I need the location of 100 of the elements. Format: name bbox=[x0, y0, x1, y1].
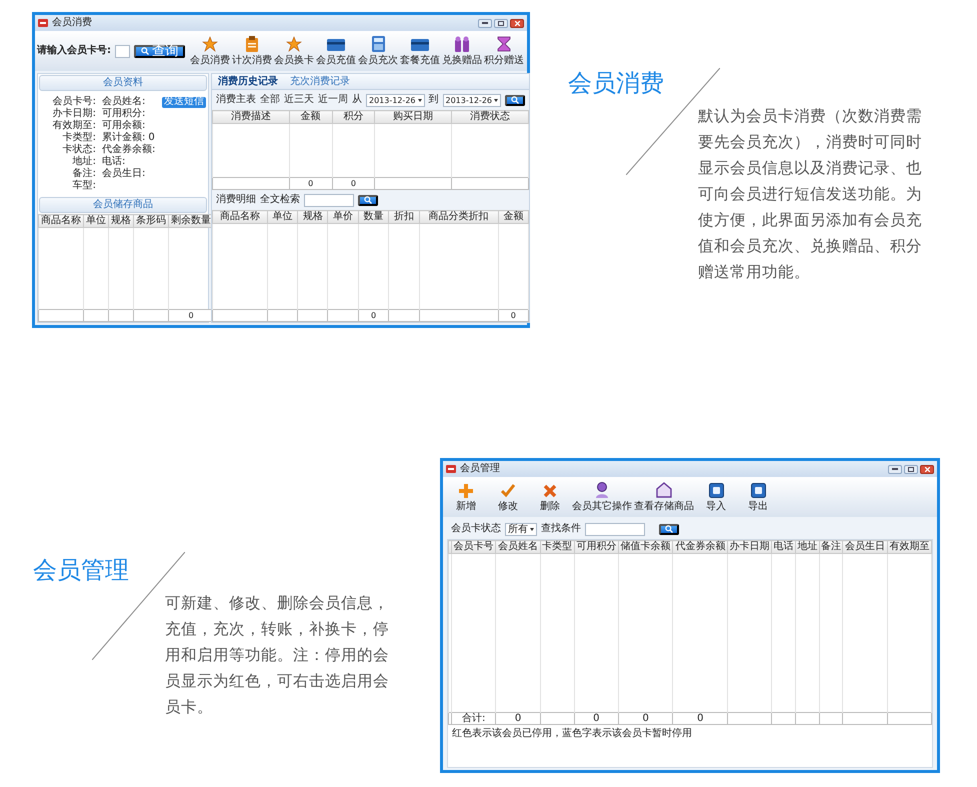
toolbar-button[interactable]: 套餐充值 bbox=[399, 36, 441, 68]
column-header[interactable]: 数量 bbox=[358, 210, 389, 224]
range-link[interactable]: 近一周 bbox=[318, 94, 348, 106]
column-header[interactable]: 规格 bbox=[298, 210, 328, 224]
maximize-button[interactable] bbox=[494, 18, 508, 28]
toolbar-button[interactable]: 查看存储商品 bbox=[633, 480, 695, 514]
column-header[interactable]: 有效期至 bbox=[887, 540, 932, 554]
app-icon bbox=[38, 19, 48, 27]
minimize-button[interactable] bbox=[888, 464, 902, 474]
column-header[interactable]: 备注 bbox=[819, 540, 843, 554]
column-header[interactable]: 可用积分 bbox=[574, 540, 618, 554]
field-label: 地址: bbox=[72, 156, 96, 168]
column-header[interactable]: 商品名称 bbox=[212, 210, 268, 224]
tab[interactable]: 充次消费记录 bbox=[290, 76, 350, 87]
field-label: 会员姓名: bbox=[102, 96, 146, 108]
filter-label: 会员卡状态 bbox=[451, 523, 501, 535]
toolbar-button[interactable]: 修改 bbox=[487, 482, 529, 514]
minimize-button[interactable] bbox=[478, 18, 492, 28]
toolbar-button[interactable]: 会员充次 bbox=[357, 34, 399, 68]
search-icon bbox=[665, 525, 673, 533]
range-link[interactable]: 近三天 bbox=[284, 94, 314, 106]
close-icon bbox=[514, 20, 520, 26]
column-header[interactable]: 规格 bbox=[108, 214, 134, 228]
window-title: 会员管理 bbox=[460, 463, 501, 475]
toolbar-button[interactable]: 导出 bbox=[737, 480, 779, 514]
footer-cell: 0 bbox=[168, 310, 214, 322]
footer-cell: 0 bbox=[672, 712, 728, 724]
column-header[interactable]: 单位 bbox=[267, 210, 298, 224]
toolbar-button[interactable]: 新增 bbox=[445, 482, 487, 514]
field-label: 可用积分: bbox=[102, 108, 146, 120]
column-header[interactable]: 卡类型 bbox=[540, 540, 574, 554]
from-date-field[interactable]: 2013-12-26 bbox=[366, 94, 424, 106]
field-label: 累计金额: bbox=[102, 132, 146, 144]
column-header[interactable]: 地址 bbox=[796, 540, 820, 554]
search-field[interactable] bbox=[304, 194, 354, 206]
search-button[interactable]: 查询 bbox=[134, 44, 185, 58]
search-button[interactable] bbox=[358, 194, 378, 206]
card-number-field[interactable] bbox=[115, 44, 130, 58]
search-button[interactable] bbox=[659, 524, 679, 534]
footer-cell: 0 bbox=[496, 712, 540, 724]
column-header[interactable]: 会员生日 bbox=[842, 540, 888, 554]
person-icon bbox=[594, 482, 610, 498]
column-header[interactable]: 电话 bbox=[772, 540, 796, 554]
column-header[interactable]: 会员卡号 bbox=[452, 540, 496, 554]
column-header[interactable]: 商品名称 bbox=[38, 214, 84, 228]
to-label: 到 bbox=[428, 94, 438, 106]
tab[interactable]: 消费历史记录 bbox=[218, 76, 278, 87]
column-header[interactable]: 积分 bbox=[332, 110, 375, 124]
footer-cell: 0 bbox=[618, 712, 673, 724]
range-link[interactable]: 全部 bbox=[260, 94, 280, 106]
column-header[interactable]: 代金券余额 bbox=[672, 540, 728, 554]
column-header[interactable]: 消费状态 bbox=[452, 110, 528, 124]
column-header[interactable]: 办卡日期 bbox=[728, 540, 772, 554]
field-label: 会员生日: bbox=[102, 168, 146, 180]
toolbar-button[interactable]: 会员消费 bbox=[189, 34, 231, 68]
to-date-field[interactable]: 2013-12-26 bbox=[442, 94, 501, 106]
column-header[interactable]: 单位 bbox=[84, 214, 108, 228]
status-text: 红色表示该会员已停用，蓝色字表示该会员卡暂时停用 bbox=[451, 726, 693, 741]
toolbar-button[interactable]: 计次消费 bbox=[231, 34, 273, 68]
column-header[interactable]: 条形码 bbox=[134, 214, 168, 228]
search-field[interactable] bbox=[585, 522, 645, 536]
field-label: 会员卡号: bbox=[52, 96, 96, 108]
toolbar-button[interactable]: 积分赠送 bbox=[483, 34, 525, 68]
column-header[interactable]: 金额 bbox=[289, 110, 332, 124]
filter-label: 消费明细 bbox=[216, 194, 256, 206]
column-header[interactable]: 折扣 bbox=[388, 210, 420, 224]
column-header[interactable]: 储值卡余额 bbox=[618, 540, 673, 554]
field-label: 电话: bbox=[102, 156, 126, 168]
minimize-icon bbox=[892, 468, 898, 470]
toolbar-button[interactable]: 会员换卡 bbox=[273, 34, 315, 68]
toolbar-button[interactable]: 会员充值 bbox=[315, 36, 357, 68]
column-header[interactable]: 金额 bbox=[498, 210, 528, 224]
footer-cell: 0 bbox=[498, 310, 528, 322]
column-header[interactable]: 商品分类折扣 bbox=[419, 210, 498, 224]
column-header[interactable]: 单价 bbox=[328, 210, 358, 224]
search-button[interactable] bbox=[505, 94, 525, 106]
field-value: 0 bbox=[148, 132, 155, 144]
footer-cell: 0 bbox=[332, 178, 375, 190]
column-header[interactable]: 会员姓名 bbox=[496, 540, 540, 554]
toolbar-button[interactable]: 导入 bbox=[695, 480, 737, 514]
close-icon bbox=[924, 466, 930, 472]
close-button[interactable] bbox=[510, 18, 524, 28]
column-header[interactable]: 消费描述 bbox=[212, 110, 290, 124]
column-header[interactable]: 购买日期 bbox=[374, 110, 452, 124]
star-icon bbox=[202, 36, 218, 52]
toolbar-button[interactable]: 会员其它操作 bbox=[571, 480, 633, 514]
panel-header: 会员资料 bbox=[39, 75, 207, 91]
status-dropdown[interactable]: 所有 bbox=[505, 522, 537, 536]
search-label: 全文检索 bbox=[260, 194, 300, 206]
column-header[interactable]: 剩余数量 bbox=[168, 214, 214, 228]
hourglass-icon bbox=[497, 36, 511, 52]
field-label: 代金券余额: bbox=[102, 144, 156, 156]
section-description: 可新建、修改、删除会员信息，充值，充次，转账，补换卡，停用和启用等功能。注：停用的会员显示为红色，可右击选启用会员卡。 bbox=[165, 593, 390, 718]
toolbar-button[interactable]: 兑换赠品 bbox=[441, 34, 483, 68]
maximize-button[interactable] bbox=[904, 464, 918, 474]
card-icon bbox=[327, 38, 345, 52]
app-icon bbox=[446, 465, 456, 473]
toolbar-button[interactable]: 删除 bbox=[529, 482, 571, 514]
close-button[interactable] bbox=[920, 464, 934, 474]
field-label: 有效期至: bbox=[52, 120, 96, 132]
